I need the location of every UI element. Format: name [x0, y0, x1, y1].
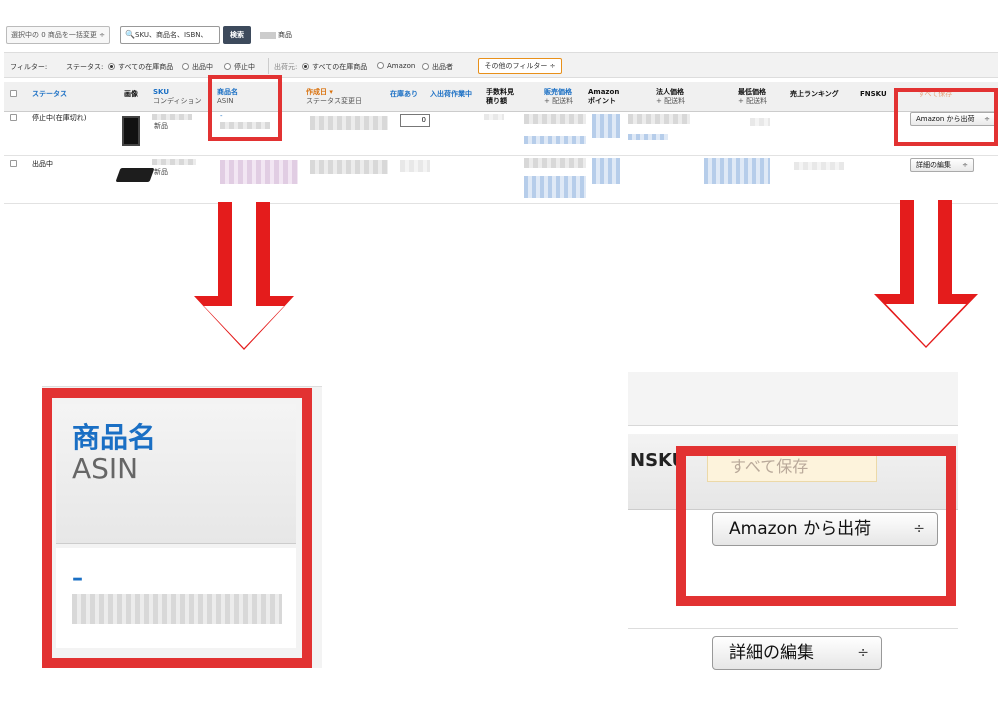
product-count: 商品 [260, 30, 292, 40]
col-amazon-points: Amazon ポイント [588, 88, 620, 105]
row-status: 出品中 [32, 160, 53, 168]
status-filter-all[interactable]: すべての在庫商品 [108, 62, 173, 72]
zoom-edit-details-select[interactable]: 詳細の編集 ÷ [712, 636, 882, 670]
business-shipping-value [628, 134, 668, 140]
ship-filter-all[interactable]: すべての在庫商品 [302, 62, 367, 72]
search-input[interactable]: 🔍 SKU、商品名、ISBN、 [120, 26, 220, 44]
divider [628, 628, 958, 629]
row-checkbox[interactable] [10, 114, 17, 123]
tutorial-figure: 選択中の 0 商品を一括変更 ÷ 🔍 SKU、商品名、ISBN、 検索 商品 フ… [0, 0, 1000, 716]
product-thumbnail [115, 168, 155, 182]
stock-value [400, 160, 430, 172]
col-sales-rank: 売上ランキング [790, 90, 839, 98]
sku-value [152, 159, 196, 165]
select-all-checkbox[interactable] [10, 90, 17, 100]
status-filter-stopped[interactable]: 停止中 [224, 62, 255, 72]
col-lowest-price: 最低価格 + 配送料 [738, 88, 768, 105]
zoom-left-highlight [42, 388, 312, 668]
bulk-action-select[interactable]: 選択中の 0 商品を一括変更 ÷ [6, 26, 110, 44]
product-thumbnail [122, 116, 140, 146]
col-status[interactable]: ステータス [32, 90, 67, 99]
shipping-value [524, 136, 586, 144]
status-filter-label: ステータス: [66, 63, 104, 71]
radio-icon [422, 63, 429, 70]
col-fee-estimate: 手数料見 積り額 [486, 88, 514, 105]
divider [268, 58, 269, 74]
col-sku[interactable]: SKU コンディション [153, 88, 202, 106]
row-condition: 新品 [154, 168, 168, 176]
ship-filter-label: 出荷元: [274, 63, 298, 71]
inventory-toolbar: 選択中の 0 商品を一括変更 ÷ 🔍 SKU、商品名、ISBN、 検索 商品 [0, 0, 1000, 52]
created-date-value [310, 160, 388, 174]
col-created-date[interactable]: 作成日 ▾ ステータス変更日 [306, 88, 362, 106]
sku-value [152, 114, 192, 120]
ship-filter-merchant[interactable]: 出品者 [422, 62, 453, 72]
zoom-right-highlight [676, 446, 956, 606]
radio-icon [182, 63, 189, 70]
filter-label: フィルター: [10, 63, 48, 71]
product-name-value [220, 160, 298, 184]
zoom-filter-band [628, 372, 958, 426]
radio-icon [302, 63, 309, 70]
search-button[interactable]: 検索 [223, 26, 251, 44]
ship-filter-amazon[interactable]: Amazon [377, 62, 415, 70]
col-image: 画像 [124, 90, 138, 98]
stock-input[interactable]: 0 [400, 114, 430, 127]
business-price-input[interactable] [628, 114, 690, 124]
status-filter-active[interactable]: 出品中 [182, 62, 213, 72]
table-header: ステータス 画像 SKU コンディション 商品名 ASIN 作成日 ▾ ステータス変更… [4, 82, 998, 112]
shipping-value [524, 176, 586, 198]
search-icon: 🔍 [125, 30, 135, 39]
row-condition: 新品 [154, 122, 168, 130]
down-arrow-icon [874, 200, 978, 348]
col-price[interactable]: 販売価格 + 配送料 [544, 88, 573, 106]
table-row: 出品中 新品 詳細の編集 ÷ [4, 156, 998, 204]
sales-rank-value [794, 162, 844, 170]
col-in-stock[interactable]: 在庫あり [390, 90, 418, 99]
lowest-price-value [750, 118, 770, 126]
edit-details-select[interactable]: 詳細の編集 ÷ [910, 158, 974, 172]
product-name-highlight [208, 75, 282, 141]
table-row: 停止中(在庫切れ) 新品 - 0 Amazon から出荷 ÷ [4, 112, 998, 156]
col-business-price: 法人価格 + 配送料 [656, 88, 686, 105]
row-status: 停止中(在庫切れ) [32, 114, 87, 122]
other-filters-button[interactable]: その他のフィルター ÷ [478, 58, 562, 74]
col-fnsku: FNSKU [860, 90, 887, 98]
filter-bar: フィルター: ステータス: すべての在庫商品 出品中 停止中 出荷元: すべての… [4, 52, 998, 78]
price-input[interactable] [524, 114, 586, 124]
radio-icon [377, 62, 384, 69]
created-date-value [310, 116, 388, 130]
points-value [592, 114, 620, 138]
row-checkbox[interactable] [10, 160, 17, 169]
fee-value [484, 114, 504, 120]
lowest-price-value [704, 158, 770, 184]
price-input[interactable] [524, 158, 586, 168]
col-inbound[interactable]: 入出荷作業中 [430, 90, 472, 99]
radio-icon [108, 63, 115, 70]
points-value [592, 158, 620, 184]
radio-icon [224, 63, 231, 70]
down-arrow-icon [194, 202, 294, 350]
save-column-highlight [894, 88, 998, 146]
